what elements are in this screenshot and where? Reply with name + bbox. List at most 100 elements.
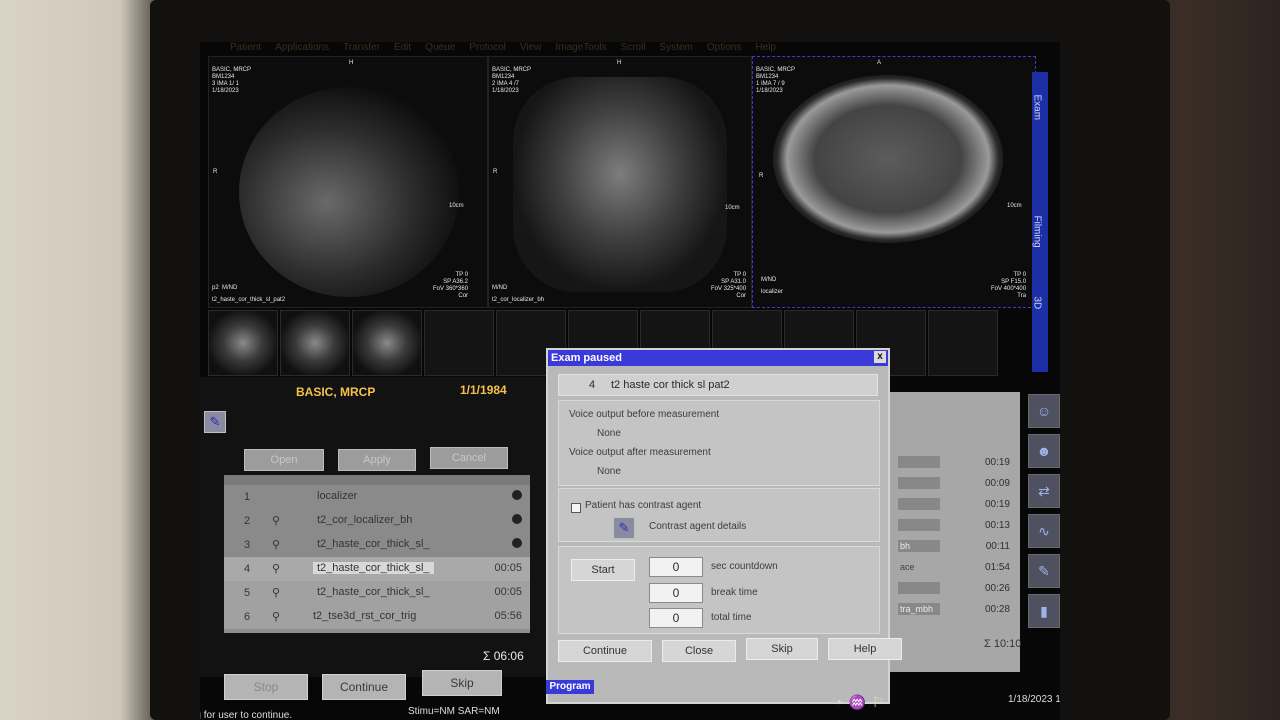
voice-before-value[interactable]: None [597, 428, 621, 439]
right-total-time: Σ 10:10 [984, 638, 1022, 650]
viewport-2[interactable]: BASIC, MRCP BM1234 2 IMA 4 /7 1/18/2023 … [488, 56, 752, 308]
menu-imagetools[interactable]: ImageTools [555, 42, 606, 56]
countdown-label: sec countdown [711, 561, 778, 572]
cancel-button[interactable]: Cancel [430, 447, 508, 469]
dialog-close-button[interactable]: Close [662, 640, 736, 662]
contrast-checkbox[interactable] [571, 503, 581, 513]
item-time: 01:54 [984, 562, 1010, 573]
skip-button[interactable]: Skip [422, 670, 502, 696]
stop-button[interactable]: Stop [224, 674, 308, 700]
countdown-field[interactable]: 0 [649, 557, 703, 577]
thumbnail-1[interactable] [208, 310, 278, 376]
vp1-scale: 10cm [449, 203, 464, 209]
system-clock: 1/18/2023 10:02:09 AM [1008, 694, 1060, 705]
dialog-close-icon[interactable]: x [874, 351, 886, 363]
list-item[interactable]: 00:26 [890, 578, 1020, 599]
dialog-continue-button[interactable]: Continue [558, 640, 652, 662]
open-button[interactable]: Open [244, 449, 324, 471]
exam-paused-dialog: Exam paused x 4 t2 haste cor thick sl pa… [546, 348, 902, 704]
protocol-row[interactable]: 2 ⚲ t2_cor_localizer_bh [224, 509, 530, 533]
waveform-icon[interactable]: ∿ [1028, 514, 1060, 548]
menu-system[interactable]: System [660, 42, 693, 56]
menu-applications[interactable]: Applications [275, 42, 329, 56]
vp1-fov: FoV 360*360 [433, 286, 469, 292]
dialog-help-button[interactable]: Help [828, 638, 902, 660]
row-name: t2_haste_cor_thick_sl_ [317, 538, 430, 550]
start-button[interactable]: Start [571, 559, 635, 581]
sar-status: Stimu=NM SAR=NM [408, 706, 500, 717]
protocol-row[interactable]: 6 ⚲ t2_tse3d_rst_cor_trig 05:56 [224, 605, 530, 629]
menu-options[interactable]: Options [707, 42, 741, 56]
viewport-3-selected[interactable]: BASIC, MRCP BM1234 1 IMA 7 / 9 1/18/2023… [752, 56, 1036, 308]
vp2-date: 1/18/2023 [492, 88, 519, 94]
vp3-orient-top: A [877, 60, 882, 66]
menu-view[interactable]: View [520, 42, 542, 56]
right-protocol-list: 00:19 00:09 00:19 00:13 bh 00:11 ace 01:54… [890, 392, 1020, 672]
protocol-row-current[interactable]: 4 ⚲ t2_haste_cor_thick_sl_ 00:05 [224, 557, 530, 581]
measurement-header: 4 t2 haste cor thick sl pat2 [558, 374, 878, 396]
voice-after-label: Voice output after measurement [569, 447, 711, 458]
vp2-series: t2_cor_localizer_bh [492, 297, 545, 303]
table-icon[interactable]: ⇄ [1028, 474, 1060, 508]
item-label: bh [898, 540, 940, 552]
list-item[interactable]: 00:19 [890, 494, 1020, 515]
head-view-icon[interactable]: ☺ [1028, 394, 1060, 428]
row-time: 00:05 [494, 586, 522, 598]
list-item[interactable]: 00:19 [890, 452, 1020, 473]
menu-transfer[interactable]: Transfer [343, 42, 380, 56]
vp1-orient-top: H [349, 60, 354, 66]
row-number: 3 [244, 539, 251, 551]
vp1-patient: BASIC, MRCP [212, 67, 252, 73]
person-icon: ⚲ [272, 539, 281, 551]
list-item[interactable]: ace 01:54 [890, 557, 1020, 578]
item-label [898, 477, 940, 489]
item-time: 00:13 [984, 520, 1010, 531]
side-tab-strip[interactable]: Exam Filming 3D [1032, 72, 1048, 372]
menu-help[interactable]: Help [755, 42, 776, 56]
head-profile-icon[interactable]: ☻ [1028, 434, 1060, 468]
axial-image [773, 75, 1003, 243]
row-number: 6 [244, 611, 251, 623]
list-item[interactable]: 00:13 [890, 515, 1020, 536]
list-item[interactable]: 00:09 [890, 473, 1020, 494]
thumbnail-empty [424, 310, 494, 376]
row-name: t2_haste_cor_thick_sl_ [313, 562, 434, 574]
list-item[interactable]: bh 00:11 [890, 536, 1020, 557]
item-time: 00:19 [984, 499, 1010, 510]
edit-pencil-icon[interactable]: ✎ [204, 411, 226, 433]
continue-button[interactable]: Continue [322, 674, 406, 700]
tool-wrench-icon[interactable]: ✎ [1028, 554, 1060, 588]
voice-output-section: Voice output before measurement None Voi… [558, 400, 880, 486]
total-time-label: total time [711, 612, 752, 623]
protocol-row[interactable]: 1 localizer [224, 485, 530, 509]
vp2-id: BM1234 [492, 74, 515, 80]
apply-button[interactable]: Apply [338, 449, 416, 471]
vp1-orient-left: R [213, 169, 218, 175]
clock-status-icon[interactable]: ◔ [834, 694, 842, 711]
menu-scroll[interactable]: Scroll [621, 42, 646, 56]
item-time: 00:19 [984, 457, 1010, 468]
list-item[interactable]: tra_mbh 00:28 [890, 599, 1020, 620]
vp3-tp: TP 0 [1013, 272, 1027, 278]
protocol-row[interactable]: 3 ⚲ t2_haste_cor_thick_sl_ [224, 533, 530, 557]
tab-filming[interactable]: Filming [1032, 216, 1043, 248]
dialog-skip-button[interactable]: Skip [746, 638, 818, 660]
speaker-icon[interactable]: ⚐ [872, 694, 885, 711]
menu-edit[interactable]: Edit [394, 42, 411, 56]
sound-wave-icon[interactable]: ♒ [848, 694, 865, 711]
person-icon: ⚲ [272, 515, 281, 527]
vp3-scale: 10cm [1007, 203, 1022, 209]
row-name: localizer [317, 490, 358, 502]
viewport-1[interactable]: BASIC, MRCP BM1234 3 IMA 1/ 1 1/18/2023 … [208, 56, 488, 308]
tab-exam[interactable]: Exam [1032, 95, 1043, 121]
thumbnail-3[interactable] [352, 310, 422, 376]
protocol-row[interactable]: 5 ⚲ t2_haste_cor_thick_sl_ 00:05 [224, 581, 530, 605]
thumbnail-2[interactable] [280, 310, 350, 376]
menu-queue[interactable]: Queue [425, 42, 455, 56]
menu-protocol[interactable]: Protocol [469, 42, 506, 56]
item-time: 00:26 [984, 583, 1010, 594]
contrast-edit-icon[interactable]: ✎ [613, 517, 635, 539]
program-tab[interactable]: Program [546, 680, 594, 694]
menu-patient[interactable]: Patient [230, 42, 261, 56]
voice-after-value[interactable]: None [597, 466, 621, 477]
